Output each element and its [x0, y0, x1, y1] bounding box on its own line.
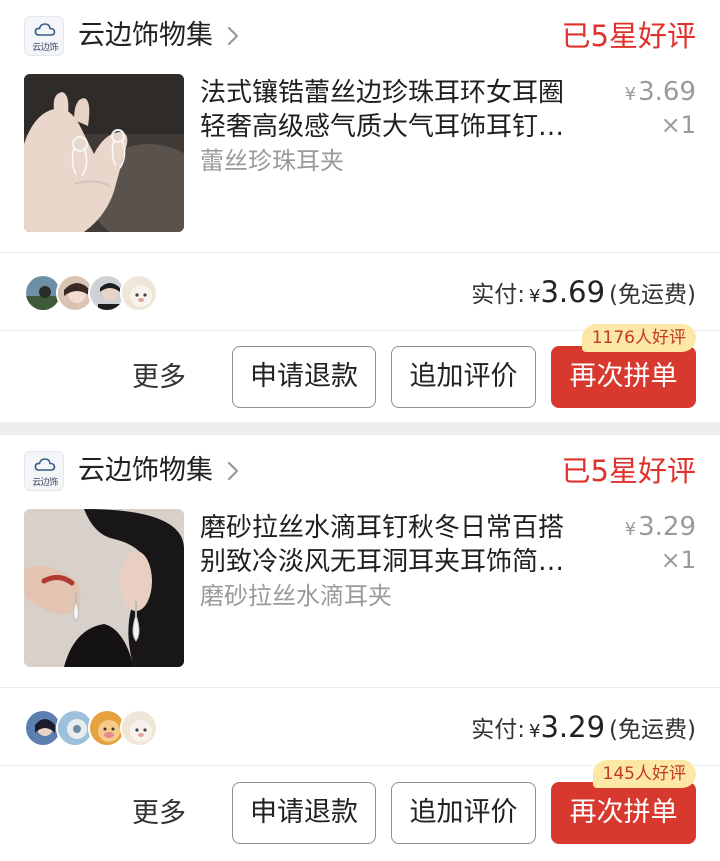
more-button[interactable]: 更多 [132, 794, 186, 834]
shop-logo-text: 云边饰 [32, 43, 58, 53]
review-count-badge: 145人好评 [592, 760, 696, 788]
cloud-logo-icon [34, 458, 56, 471]
refund-button[interactable]: 申请退款 [232, 346, 376, 408]
shop-logo[interactable]: 云边饰 [24, 16, 64, 56]
shop-header[interactable]: 云边饰 云边饰物集 已5星好评 [0, 435, 720, 507]
product-title[interactable]: 法式镶锆蕾丝边珍珠耳环女耳圈 轻奢高级感气质大气耳饰耳钉… [200, 76, 600, 144]
more-button[interactable]: 更多 [132, 358, 186, 398]
action-row: 更多 申请退款 追加评价 再次拼单 145人好评 [0, 760, 720, 856]
rating-status: 已5星好评 [561, 454, 696, 488]
unit-price-value: 3.29 [638, 512, 696, 542]
product-image [24, 74, 184, 232]
product-title-line: 法式镶锆蕾丝边珍珠耳环女耳圈 [200, 78, 565, 108]
rebuy-button[interactable]: 再次拼单 [551, 346, 696, 408]
product-title-line: 磨砂拉丝水滴耳钉秋冬日常百搭 [200, 513, 565, 543]
add-review-button[interactable]: 追加评价 [391, 782, 536, 844]
divider [0, 252, 720, 253]
avatar [120, 274, 158, 312]
product-image [24, 509, 184, 667]
order-list: 云边饰 云边饰物集 已5星好评 法式镶锆蕾丝边珍珠耳环女耳圈 轻奢高级感气质大气… [0, 0, 720, 861]
payment-row: 实付: ¥3.69 (免运费) [0, 254, 720, 330]
shop-logo[interactable]: 云边饰 [24, 451, 64, 491]
order-card: 云边饰 云边饰物集 已5星好评 [0, 0, 720, 422]
amount-paid: 实付: ¥3.29 (免运费) [471, 707, 696, 752]
product-row[interactable]: 法式镶锆蕾丝边珍珠耳环女耳圈 轻奢高级感气质大气耳饰耳钉… 蕾丝珍珠耳夹 ¥3.… [0, 72, 720, 252]
currency-symbol: ¥ [529, 721, 541, 742]
avatar [120, 709, 158, 747]
currency-symbol: ¥ [624, 519, 637, 540]
product-variant: 蕾丝珍珠耳夹 [200, 147, 344, 175]
action-row: 更多 申请退款 追加评价 再次拼单 1176人好评 [0, 324, 720, 420]
paid-amount: 3.29 [540, 710, 606, 744]
product-title[interactable]: 磨砂拉丝水滴耳钉秋冬日常百搭 别致冷淡风无耳洞耳夹耳饰简… [200, 511, 600, 579]
cloud-logo-icon [34, 23, 56, 36]
shop-name[interactable]: 云边饰物集 [78, 18, 213, 54]
paid-label: 实付: [471, 717, 526, 743]
currency-symbol: ¥ [529, 286, 541, 307]
product-thumbnail[interactable] [24, 74, 184, 232]
paid-amount: 3.69 [540, 275, 606, 309]
payment-row: 实付: ¥3.29 (免运费) [0, 689, 720, 765]
product-title-line: 轻奢高级感气质大气耳饰耳钉… [200, 112, 565, 142]
unit-price-value: 3.69 [638, 77, 696, 107]
shop-header[interactable]: 云边饰 云边饰物集 已5星好评 [0, 0, 720, 72]
currency-symbol: ¥ [624, 84, 637, 105]
shipping-note: (免运费) [609, 717, 696, 743]
product-variant: 磨砂拉丝水滴耳夹 [200, 582, 392, 610]
add-review-button[interactable]: 追加评价 [391, 346, 536, 408]
rating-status: 已5星好评 [561, 19, 696, 53]
product-row[interactable]: 磨砂拉丝水滴耳钉秋冬日常百搭 别致冷淡风无耳洞耳夹耳饰简… 磨砂拉丝水滴耳夹 ¥… [0, 507, 720, 687]
divider [0, 687, 720, 688]
rebuy-button[interactable]: 再次拼单 [551, 782, 696, 844]
quantity: ×1 [660, 111, 696, 139]
review-count-badge: 1176人好评 [581, 324, 696, 352]
chevron-right-icon[interactable] [226, 460, 240, 482]
chevron-right-icon[interactable] [226, 25, 240, 47]
shop-logo-text: 云边饰 [32, 478, 58, 488]
product-title-line: 别致冷淡风无耳洞耳夹耳饰简… [200, 547, 565, 577]
product-thumbnail[interactable] [24, 509, 184, 667]
shop-name[interactable]: 云边饰物集 [78, 453, 213, 489]
amount-paid: 实付: ¥3.69 (免运费) [471, 272, 696, 317]
refund-button[interactable]: 申请退款 [232, 782, 376, 844]
shipping-note: (免运费) [609, 282, 696, 308]
order-card: 云边饰 云边饰物集 已5星好评 [0, 435, 720, 861]
quantity: ×1 [660, 546, 696, 574]
paid-label: 实付: [471, 282, 526, 308]
